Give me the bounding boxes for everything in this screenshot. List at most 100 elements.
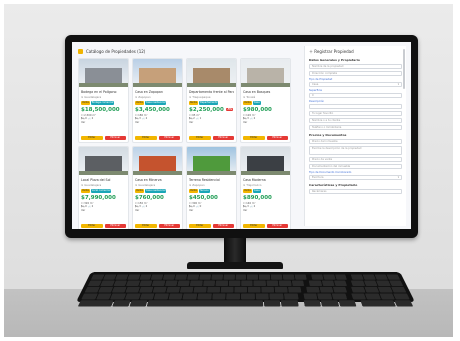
property-location-text: Zapopan [138,95,151,99]
monitor-base [187,262,283,269]
type-badge: Casa [252,189,261,193]
operation-badge: Venta [81,101,90,105]
form-input[interactable] [309,104,402,109]
operation-badge: Venta [243,189,252,193]
property-price: $980,000 [243,107,288,113]
form-input[interactable]: Escribe la descripción de la propiedad [309,146,402,155]
input-value: Nombre o a tu cliente [312,119,341,122]
property-price-value: $18,500,000 [81,107,120,113]
edit-button[interactable]: Editar [81,136,103,140]
property-card[interactable]: Terreno Residencial ⊙ Zapopan Venta Terr… [186,146,237,229]
property-title: Bodega en el Polígono [81,90,117,94]
page-title: Catálogo de Propiedades (12) [86,49,146,54]
property-price-value: $980,000 [243,107,272,113]
form-fields-prices: Precio del inmueble Escribe la descripció… [309,139,402,180]
keyboard-row [81,293,410,300]
form-input[interactable]: Precio del inmueble [309,139,402,144]
property-title: Casa en Bosques [243,90,271,94]
property-location: ⊙ Guadalajara [81,183,102,187]
property-card[interactable]: Local Plaza del Sol ⊙ Guadalajara Venta … [78,146,129,229]
property-badges: Venta Casa residencial [135,189,180,193]
edit-button[interactable]: Editar [135,224,157,228]
edit-button[interactable]: Editar [243,136,265,140]
property-price-value: $3,450,000 [135,107,170,113]
property-price-value: $890,000 [243,195,272,201]
type-badge: Casa [252,101,261,105]
input-value: Escribe la descripción de la propiedad [312,147,362,150]
view-link[interactable]: Ver [243,121,288,124]
delete-button[interactable]: Eliminar [212,136,234,140]
form-input[interactable]: Teléfono o Inmobiliaria [309,125,402,130]
form-scrollbar[interactable] [403,49,405,89]
edit-button[interactable]: Editar [81,224,103,228]
property-badges: Venta Terreno [189,189,234,193]
operation-badge: Venta [135,189,144,193]
delete-button[interactable]: Eliminar [212,224,234,228]
property-title: Casa Moderna [243,178,266,182]
view-link[interactable]: Ver [189,121,234,124]
delete-button[interactable]: Eliminar [266,224,288,228]
property-price: $18,500,000 [81,107,126,113]
form-input[interactable]: Documentación del inmueble [309,164,402,169]
property-card[interactable]: Bodega en el Polígono ⊙ Guadalajara Vent… [78,58,129,143]
view-link[interactable]: Ver [135,121,180,124]
property-title: Departamento frente al Parque [189,90,234,94]
property-card[interactable]: Casa en Minerva ⊙ Guadalajara Venta Casa… [132,146,183,229]
property-badges: Venta Casa residencial [135,101,180,105]
delete-button[interactable]: Eliminar [266,136,288,140]
property-location: ⊙ Guadalajara [81,95,102,99]
edit-button[interactable]: Editar [135,136,157,140]
form-input[interactable]: 0 [309,93,402,98]
form-input[interactable]: Dirección completa [309,71,402,76]
view-link[interactable]: Ver [81,121,126,124]
property-card[interactable]: Casa Moderna ⊙ Tlajomulco Venta Casa $89… [240,146,291,229]
input-value: Documentación del inmueble [312,165,351,168]
property-photo [241,59,290,87]
edit-button[interactable]: Editar [189,136,211,140]
keyboard-row [77,300,414,307]
view-link[interactable]: Ver [81,209,126,212]
chevron-down-icon: ▾ [397,83,399,86]
type-badge: Casa residencial [144,101,167,105]
building-icon [78,49,83,54]
property-card[interactable]: Departamento frente al Parque ⊙ Tlaquepa… [186,58,237,143]
property-location: ⊙ Guadalajara [135,183,156,187]
delete-button[interactable]: Eliminar [104,136,126,140]
form-input[interactable]: Precio de venta [309,157,402,162]
property-photo [79,147,128,175]
operation-badge: Venta [135,101,144,105]
form-input[interactable]: Casa ▾ [309,82,402,87]
form-input[interactable]: Escritura ▾ [309,175,402,180]
property-card[interactable]: Casa en Bosques ⊙ Tonalá Venta Casa $980… [240,58,291,143]
keyboard-row [90,274,400,280]
keyboard-row [84,286,407,293]
property-location-text: Guadalajara [84,183,102,187]
operation-badge: Renta [189,101,198,105]
view-link[interactable]: Ver [135,209,180,212]
delete-button[interactable]: Eliminar [158,136,180,140]
property-location-text: Guadalajara [84,95,102,99]
view-link[interactable]: Ver [243,209,288,212]
property-card[interactable]: Casa en Zapopan ⊙ Zapopan Venta Casa res… [132,58,183,143]
input-value: Casa [312,83,319,86]
property-badges: Venta Local comercial [81,189,126,193]
operation-badge: Venta [189,189,198,193]
edit-button[interactable]: Editar [243,224,265,228]
type-badge: Terreno [198,189,210,193]
form-input[interactable]: Tu lugar favorito [309,111,402,116]
edit-button[interactable]: Editar [189,224,211,228]
view-link[interactable]: Ver [189,209,234,212]
card-actions: Editar Eliminar [189,136,234,140]
form-input[interactable]: Nombre o a tu cliente [309,118,402,123]
property-photo [133,147,182,175]
delete-button[interactable]: Eliminar [104,224,126,228]
form-input[interactable]: Nombre de la propiedad [309,64,402,69]
property-title: Casa en Zapopan [135,90,163,94]
discount-badge: -5% [225,108,234,111]
form-input[interactable]: Recámaras [309,189,402,194]
card-actions: Editar Eliminar [243,224,288,228]
delete-button[interactable]: Eliminar [158,224,180,228]
property-badges: Renta Departamento [189,101,234,105]
type-badge: Departamento [198,101,219,105]
property-badges: Venta Bodega comercial [81,101,126,105]
